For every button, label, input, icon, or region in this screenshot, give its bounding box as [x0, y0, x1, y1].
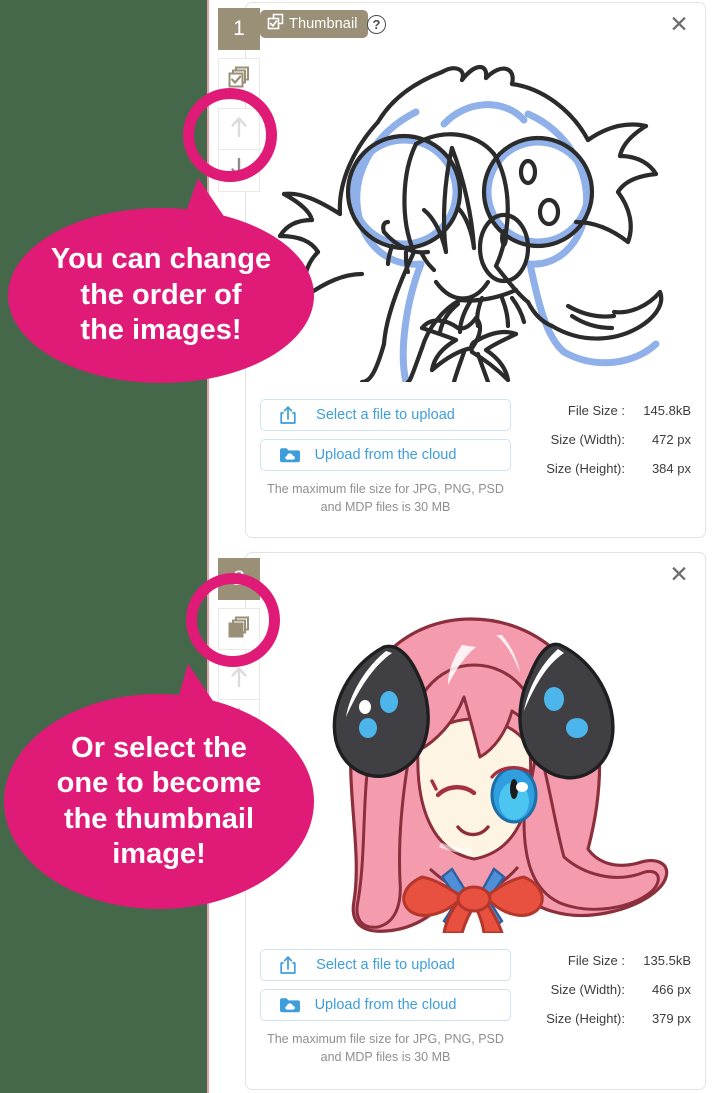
meta-value: 472 px	[651, 432, 691, 447]
thumbnail-badge: Thumbnail	[260, 10, 368, 38]
upload-box-icon	[279, 406, 297, 425]
thumbnail-badge-label: Thumbnail	[289, 16, 358, 32]
card-footer: Select a file to upload Upload from the …	[246, 387, 705, 516]
arrow-up-icon	[229, 116, 249, 143]
panel-edge-divider	[207, 0, 209, 1093]
file-metadata: File Size : 135.5kB Size (Width): 466 px…	[525, 949, 691, 1066]
set-thumbnail-button[interactable]	[218, 58, 260, 100]
move-up-button[interactable]	[218, 108, 260, 150]
file-metadata: File Size : 145.8kB Size (Width): 472 px…	[525, 399, 691, 516]
callout-line: image!	[112, 837, 206, 870]
max-file-size-note: The maximum file size for JPG, PNG, PSD …	[267, 482, 504, 515]
select-file-label: Select a file to upload	[316, 957, 455, 973]
cloud-folder-icon	[279, 996, 301, 1014]
cloud-upload-label: Upload from the cloud	[314, 997, 457, 1013]
stack-icon	[227, 615, 251, 644]
card-footer: Select a file to upload Upload from the …	[246, 937, 705, 1066]
meta-value: 145.8kB	[643, 403, 691, 418]
meta-label: Size (Height):	[546, 1011, 625, 1026]
cloud-folder-icon	[279, 446, 301, 464]
meta-label: Size (Width):	[550, 432, 625, 447]
stack-check-icon	[227, 65, 251, 94]
image-preview	[260, 597, 691, 937]
cloud-upload-button[interactable]: Upload from the cloud	[260, 439, 511, 471]
page-root: Thumbnail ? ✕ Select a file to upload Up…	[0, 0, 714, 1093]
question-mark-icon[interactable]: ?	[367, 15, 386, 34]
meta-row: Size (Width): 472 px	[525, 432, 691, 447]
callout-line: the order of	[80, 278, 242, 311]
cloud-upload-button[interactable]: Upload from the cloud	[260, 989, 511, 1021]
card-header: ✕	[246, 553, 705, 597]
meta-value: 379 px	[651, 1011, 691, 1026]
sketch-illustration	[277, 64, 663, 382]
meta-row: File Size : 145.8kB	[525, 403, 691, 418]
callout-line: You can change	[50, 243, 272, 276]
max-file-size-note: The maximum file size for JPG, PNG, PSD …	[267, 1032, 504, 1065]
upload-controls: Select a file to upload Upload from the …	[260, 949, 511, 1066]
meta-label: Size (Height):	[546, 461, 625, 476]
card-index-badge: 1	[218, 8, 260, 50]
meta-row: Size (Width): 466 px	[525, 982, 691, 997]
meta-value: 384 px	[651, 461, 691, 476]
meta-label: File Size :	[567, 953, 625, 968]
select-file-button[interactable]: Select a file to upload	[260, 949, 511, 981]
color-illustration	[332, 617, 668, 933]
callout-line: the thumbnail	[63, 802, 255, 835]
callout-select-thumbnail: Or select the one to become the thumbnai…	[4, 694, 314, 909]
callout-line: Or select the	[71, 731, 247, 764]
select-file-button[interactable]: Select a file to upload	[260, 399, 511, 431]
image-upload-card: ✕ Select a file to upload Upload from th…	[245, 552, 706, 1090]
image-preview	[260, 47, 691, 387]
meta-row: Size (Height): 384 px	[525, 461, 691, 476]
meta-label: Size (Width):	[550, 982, 625, 997]
close-icon[interactable]: ✕	[665, 11, 693, 39]
select-file-label: Select a file to upload	[316, 407, 455, 423]
stack-check-icon	[267, 13, 284, 35]
card-order-rail: 1	[218, 8, 260, 192]
meta-row: Size (Height): 379 px	[525, 1011, 691, 1026]
arrow-down-icon	[229, 157, 249, 184]
meta-value: 135.5kB	[643, 953, 691, 968]
left-background-panel	[0, 0, 207, 1093]
set-thumbnail-button[interactable]	[218, 608, 260, 650]
upload-controls: Select a file to upload Upload from the …	[260, 399, 511, 516]
move-down-button[interactable]	[218, 150, 260, 192]
meta-row: File Size : 135.5kB	[525, 953, 691, 968]
card-header: Thumbnail ? ✕	[246, 3, 705, 47]
callout-line: one to become	[56, 767, 262, 800]
move-up-button[interactable]	[218, 658, 260, 700]
meta-value: 466 px	[651, 982, 691, 997]
upload-box-icon	[279, 956, 297, 975]
callout-order-images: You can change the order of the images!	[8, 208, 314, 383]
image-upload-card: Thumbnail ? ✕ Select a file to upload Up…	[245, 2, 706, 538]
close-icon[interactable]: ✕	[665, 561, 693, 589]
callout-line: the images!	[80, 314, 242, 347]
arrow-up-icon	[229, 666, 249, 693]
card-index-badge: 2	[218, 558, 260, 600]
cloud-upload-label: Upload from the cloud	[314, 447, 457, 463]
meta-label: File Size :	[567, 403, 625, 418]
